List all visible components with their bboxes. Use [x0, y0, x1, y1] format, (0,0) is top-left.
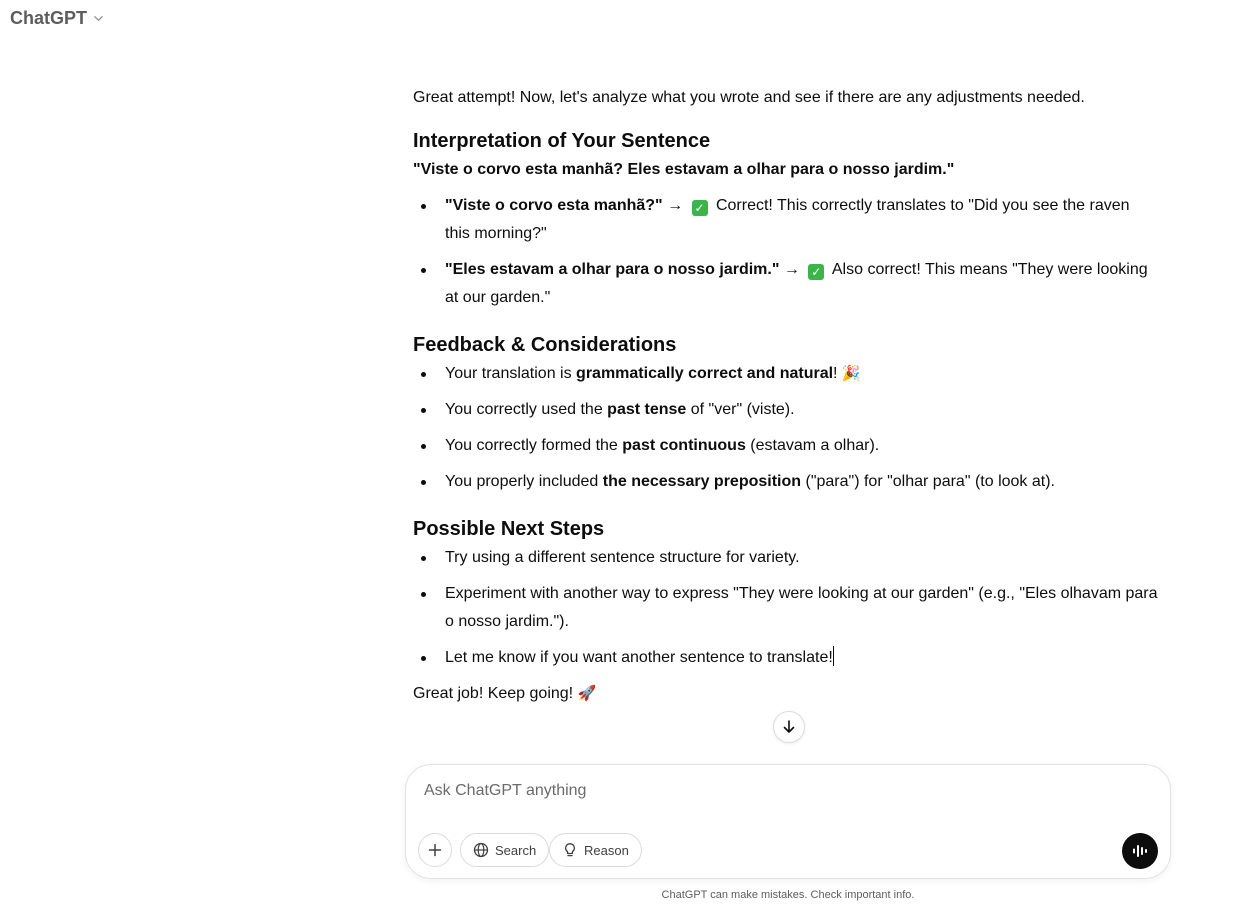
intro-text: Great attempt! Now, let's analyze what y…: [413, 89, 1085, 106]
chevron-down-icon: [93, 13, 104, 27]
interpretation-list: "Viste o corvo esta manhã?" → ✓ Correct!…: [413, 192, 1158, 312]
item-text: Your translation is: [445, 365, 577, 382]
lightbulb-icon: [564, 843, 576, 857]
arrow-text: →: [779, 261, 805, 278]
item-text: You correctly used the: [445, 401, 608, 418]
prompt-input[interactable]: [422, 777, 1126, 805]
closing-text: Great job! Keep going! 🚀: [413, 680, 1158, 708]
model-switcher[interactable]: ChatGPT: [10, 8, 104, 29]
reason-label: Reason: [584, 842, 629, 858]
disclaimer: ChatGPT can make mistakes. Check importa…: [661, 889, 915, 901]
list-item: "Eles estavam a olhar para o nosso jardi…: [413, 256, 1158, 312]
composer: Search Reason: [405, 764, 1171, 879]
section-heading-feedback: Feedback & Considerations: [413, 334, 677, 356]
item-text: Try using a different sentence structure…: [445, 549, 800, 566]
attach-button[interactable]: [418, 833, 452, 867]
item-text: Experiment with another way to express "…: [445, 585, 1158, 630]
item-text: (estavam a olhar).: [745, 437, 880, 454]
list-item: You correctly formed the past continuous…: [413, 432, 1158, 460]
list-item: You properly included the necessary prep…: [413, 468, 1158, 496]
list-item: You correctly used the past tense of "ve…: [413, 396, 1158, 424]
rocket-icon: 🚀: [577, 685, 597, 702]
quoted-sentence: "Viste o corvo esta manhã? Eles estavam …: [413, 161, 955, 178]
arrow-down-icon: [783, 720, 795, 733]
assistant-message: Great attempt! Now, let's analyze what y…: [413, 84, 1158, 708]
item-bold: past tense: [607, 401, 687, 418]
feedback-list: Your translation is grammatically correc…: [413, 360, 1158, 496]
item-bold: grammatically correct and natural: [576, 365, 834, 382]
search-button[interactable]: Search: [460, 833, 550, 867]
voice-mode-button[interactable]: [1122, 833, 1158, 869]
scroll-to-bottom-button[interactable]: [773, 711, 805, 743]
list-item: Your translation is grammatically correc…: [413, 360, 1158, 388]
search-label: Search: [495, 842, 537, 858]
item-text: Let me know if you want another sentence…: [445, 649, 833, 666]
list-item: Let me know if you want another sentence…: [413, 644, 1158, 672]
section-heading-interpretation: Interpretation of Your Sentence: [413, 130, 711, 152]
reason-button[interactable]: Reason: [549, 833, 642, 867]
check-icon: ✓: [691, 200, 708, 216]
list-item: Try using a different sentence structure…: [413, 544, 1158, 572]
item-bold: past continuous: [622, 437, 746, 454]
next-steps-list: Try using a different sentence structure…: [413, 544, 1158, 672]
section-heading-next-steps: Possible Next Steps: [413, 518, 605, 540]
item-text: !: [833, 365, 842, 382]
item-bold: the necessary preposition: [602, 473, 802, 490]
list-item: "Viste o corvo esta manhã?" → ✓ Correct!…: [413, 192, 1158, 248]
check-icon: ✓: [808, 264, 825, 280]
model-name: ChatGPT: [10, 8, 88, 28]
phrase-bold: "Viste o corvo esta manhã?": [445, 197, 663, 214]
plus-icon: [428, 843, 442, 857]
item-text: You properly included: [445, 473, 603, 490]
text-cursor: [832, 646, 834, 666]
voice-icon: [1133, 845, 1147, 857]
party-popper-icon: 🎉: [841, 365, 861, 382]
item-text: of "ver" (viste).: [686, 401, 795, 418]
list-item: Experiment with another way to express "…: [413, 580, 1158, 636]
globe-icon: [473, 842, 489, 858]
item-text: You correctly formed the: [445, 437, 623, 454]
item-text: ("para") for "olhar para" (to look at).: [801, 473, 1055, 490]
phrase-bold: "Eles estavam a olhar para o nosso jardi…: [445, 261, 780, 278]
arrow-text: →: [662, 197, 688, 214]
closing-label: Great job! Keep going!: [413, 685, 578, 702]
